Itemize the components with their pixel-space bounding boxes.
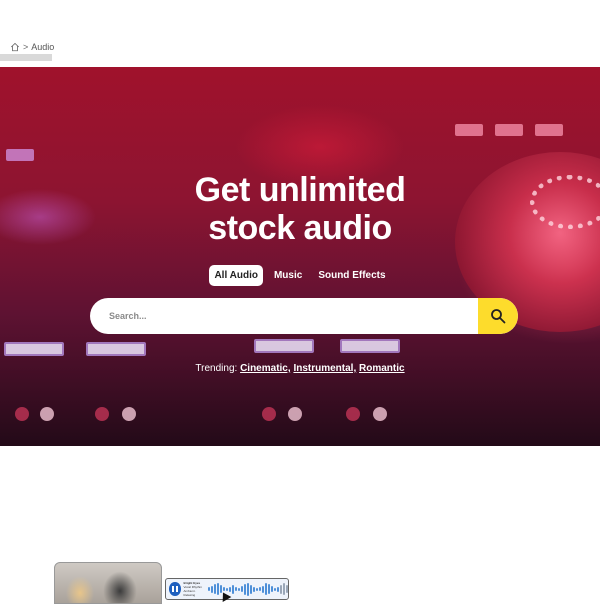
breadcrumb: > Audio	[10, 42, 54, 52]
waveform-bar	[211, 585, 213, 593]
search-bar	[90, 298, 518, 334]
dj-pad-decoration	[455, 124, 483, 136]
waveform-bar	[262, 585, 264, 593]
tab-all-audio[interactable]: All Audio	[209, 265, 263, 286]
waveform-bar	[250, 584, 252, 594]
dj-led-decoration	[4, 342, 64, 356]
dj-pad-decoration	[6, 149, 34, 161]
waveform-bar	[265, 583, 267, 595]
dj-led-decoration	[254, 339, 314, 353]
trending-searches: Trending: Cinematic, Instrumental, Roman…	[0, 363, 600, 374]
search-input[interactable]	[90, 298, 478, 334]
search-icon	[491, 309, 506, 324]
dj-knob-decoration	[95, 407, 109, 421]
dj-knob-decoration	[346, 407, 360, 421]
home-icon[interactable]	[10, 42, 20, 52]
waveform-bar	[280, 584, 282, 594]
waveform-bar	[238, 587, 240, 591]
tab-sound-effects[interactable]: Sound Effects	[313, 265, 390, 286]
waveform-bar	[274, 587, 276, 591]
dj-knob-decoration	[40, 407, 54, 421]
waveform-bar	[214, 584, 216, 594]
waveform-bar	[283, 583, 285, 595]
waveform-bar	[244, 583, 246, 595]
waveform-bar	[232, 584, 234, 594]
waveform-bar	[268, 584, 270, 594]
dj-led-decoration	[86, 342, 146, 356]
search-button[interactable]	[478, 298, 518, 334]
pause-icon-bar	[175, 586, 178, 592]
waveform-bar	[271, 586, 273, 592]
track-meta: Ambient · Relaxing	[183, 589, 197, 597]
dj-knob-decoration	[373, 407, 387, 421]
dj-knob-decoration	[262, 407, 276, 421]
hero-title-line-1: Get unlimited	[194, 171, 406, 209]
trending-link-romantic[interactable]: Romantic	[359, 363, 405, 374]
pause-button[interactable]	[169, 582, 181, 596]
waveform-bar	[208, 587, 210, 591]
waveform-bar	[286, 585, 288, 593]
audio-type-tabs: All Audio Music Sound Effects	[0, 265, 600, 286]
dj-pad-decoration	[535, 124, 563, 136]
hero-title-line-2: stock audio	[208, 209, 392, 247]
waveform-bar	[217, 583, 219, 595]
breadcrumb-current[interactable]: Audio	[31, 42, 54, 52]
dj-pad-decoration	[495, 124, 523, 136]
waveform-bar	[277, 586, 279, 592]
dj-knob-decoration	[288, 407, 302, 421]
trending-link-instrumental[interactable]: Instrumental,	[293, 363, 356, 374]
waveform-bar	[241, 586, 243, 592]
dj-led-decoration	[340, 339, 400, 353]
track-info: Bright Eyes Vocal Rhythm Ambient · Relax…	[184, 581, 205, 597]
horizontal-scrollbar[interactable]	[0, 54, 52, 61]
tab-music[interactable]: Music	[269, 265, 307, 286]
hero-banner: Get unlimited stock audio All Audio Musi…	[0, 67, 600, 446]
waveform-bar	[247, 582, 249, 596]
waveform-bar	[235, 587, 237, 591]
dj-knob-decoration	[122, 407, 136, 421]
waveform-bar	[256, 587, 258, 591]
waveform-bar	[229, 586, 231, 592]
waveform-bar	[253, 586, 255, 592]
pause-icon-bar	[171, 586, 174, 592]
trending-link-cinematic[interactable]: Cinematic,	[240, 363, 291, 374]
dj-knob-decoration	[15, 407, 29, 421]
waveform-bar	[259, 587, 261, 591]
trending-label: Trending:	[195, 363, 238, 374]
people-photo-thumbnail	[54, 562, 162, 604]
hero-title: Get unlimited stock audio	[0, 171, 600, 247]
breadcrumb-separator: >	[23, 42, 29, 52]
